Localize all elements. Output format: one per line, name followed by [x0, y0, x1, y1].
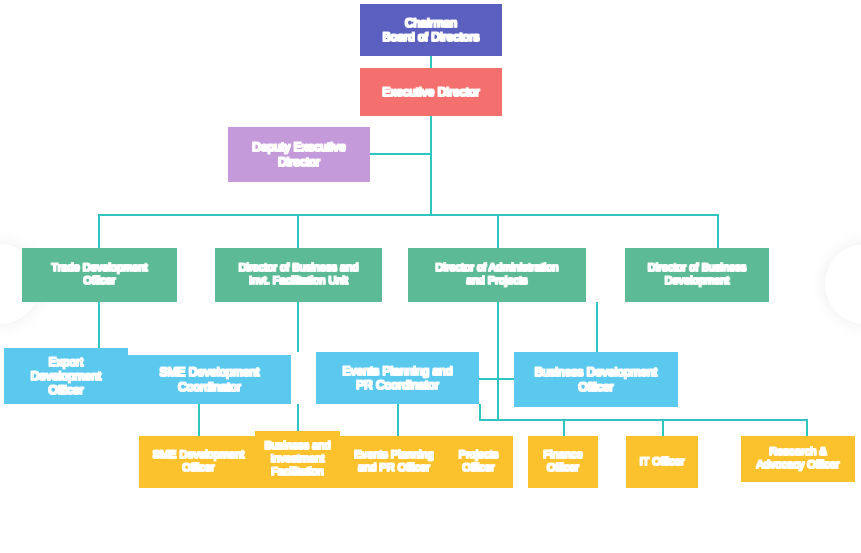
node-director-business-investment-label: Director of Business and Invt. Facilitat…	[238, 262, 359, 287]
node-events-planning-pr-coordinator-label: Events Planning and PR Coordinator	[342, 363, 453, 392]
node-finance-officer-label: Finance Officer	[543, 449, 583, 474]
connector-chairman-to-exec	[430, 56, 432, 68]
node-sme-development-coordinator[interactable]: SME Development Coordinator	[128, 355, 291, 404]
connector-drop-export-dev	[98, 302, 100, 352]
node-trade-development-officer[interactable]: Trade Development Officer	[22, 248, 177, 302]
node-deputy-executive-director[interactable]: Deputy Executive Director	[228, 127, 370, 182]
connector-drop-events-pr	[397, 404, 399, 436]
connector-drop-projects	[479, 404, 481, 421]
node-director-administration-projects-label: Director of Administration and Projects	[435, 262, 559, 287]
connector-drop-it-officer	[662, 419, 664, 436]
connector-directors-bus	[98, 214, 718, 216]
connector-admin-lower-bus	[479, 419, 808, 421]
node-export-development-officer-label: Export Development Officer	[30, 354, 102, 398]
node-finance-officer[interactable]: Finance Officer	[528, 436, 598, 488]
node-it-officer-label: IT Officer	[639, 455, 685, 468]
node-events-planning-pr-officer[interactable]: Events Planning and PR Officer	[340, 436, 448, 488]
node-sme-development-coordinator-label: SME Development Coordinator	[159, 365, 260, 394]
connector-exec-spine	[430, 116, 432, 215]
org-chart-canvas: Chairman Board of Directors Executive Di…	[0, 0, 861, 553]
node-research-advocacy-officer[interactable]: Research & Advocacy Officer	[741, 436, 855, 482]
connector-drop-dir-bizdev	[717, 214, 719, 248]
node-sme-development-officer-label: SME Development Officer	[152, 449, 245, 474]
node-projects-officer-label: Projects Officer	[458, 449, 499, 474]
node-sme-development-officer[interactable]: SME Development Officer	[139, 436, 258, 488]
connector-drop-dir-admin	[497, 214, 499, 248]
node-export-development-officer[interactable]: Export Development Officer	[4, 348, 128, 404]
node-business-investment-facilitation-label: Business and Investment Facilitation	[264, 440, 331, 478]
connector-deputy-branch	[369, 153, 431, 155]
node-events-planning-pr-officer-label: Events Planning and PR Officer	[354, 449, 434, 474]
connector-events-coord-branch	[479, 378, 498, 380]
node-director-business-development-label: Director of Business Development	[647, 262, 747, 287]
node-events-planning-pr-coordinator[interactable]: Events Planning and PR Coordinator	[316, 352, 479, 404]
node-executive-director-label: Executive Director	[382, 84, 480, 99]
connector-drop-sme-coord	[297, 302, 299, 352]
node-trade-development-officer-label: Trade Development Officer	[51, 262, 148, 287]
node-it-officer[interactable]: IT Officer	[626, 436, 698, 488]
node-deputy-executive-director-label: Deputy Executive Director	[252, 140, 346, 169]
decorative-arc-right-fill	[831, 250, 861, 318]
node-chairman-label: Chairman Board of Directors	[382, 15, 480, 44]
node-director-administration-projects[interactable]: Director of Administration and Projects	[408, 248, 586, 302]
connector-drop-dir-trade	[98, 214, 100, 248]
node-director-business-investment[interactable]: Director of Business and Invt. Facilitat…	[215, 248, 382, 302]
connector-bizdev-officer-branch	[497, 378, 514, 380]
connector-admin-spine	[497, 302, 499, 420]
connector-drop-finance	[563, 419, 565, 436]
node-projects-officer[interactable]: Projects Officer	[444, 436, 513, 488]
node-director-business-development[interactable]: Director of Business Development	[625, 248, 769, 302]
connector-drop-sme-officer	[198, 404, 200, 436]
connector-drop-dir-business	[297, 214, 299, 248]
node-executive-director[interactable]: Executive Director	[360, 68, 502, 116]
node-chairman[interactable]: Chairman Board of Directors	[360, 4, 502, 56]
node-research-advocacy-officer-label: Research & Advocacy Officer	[756, 446, 840, 471]
node-business-investment-facilitation[interactable]: Business and Investment Facilitation	[255, 431, 340, 488]
connector-drop-bizdev-officer	[596, 302, 598, 352]
node-business-development-officer-label: Business Development Officer	[534, 365, 658, 394]
node-business-development-officer[interactable]: Business Development Officer	[514, 352, 678, 407]
connector-drop-research	[806, 419, 808, 436]
